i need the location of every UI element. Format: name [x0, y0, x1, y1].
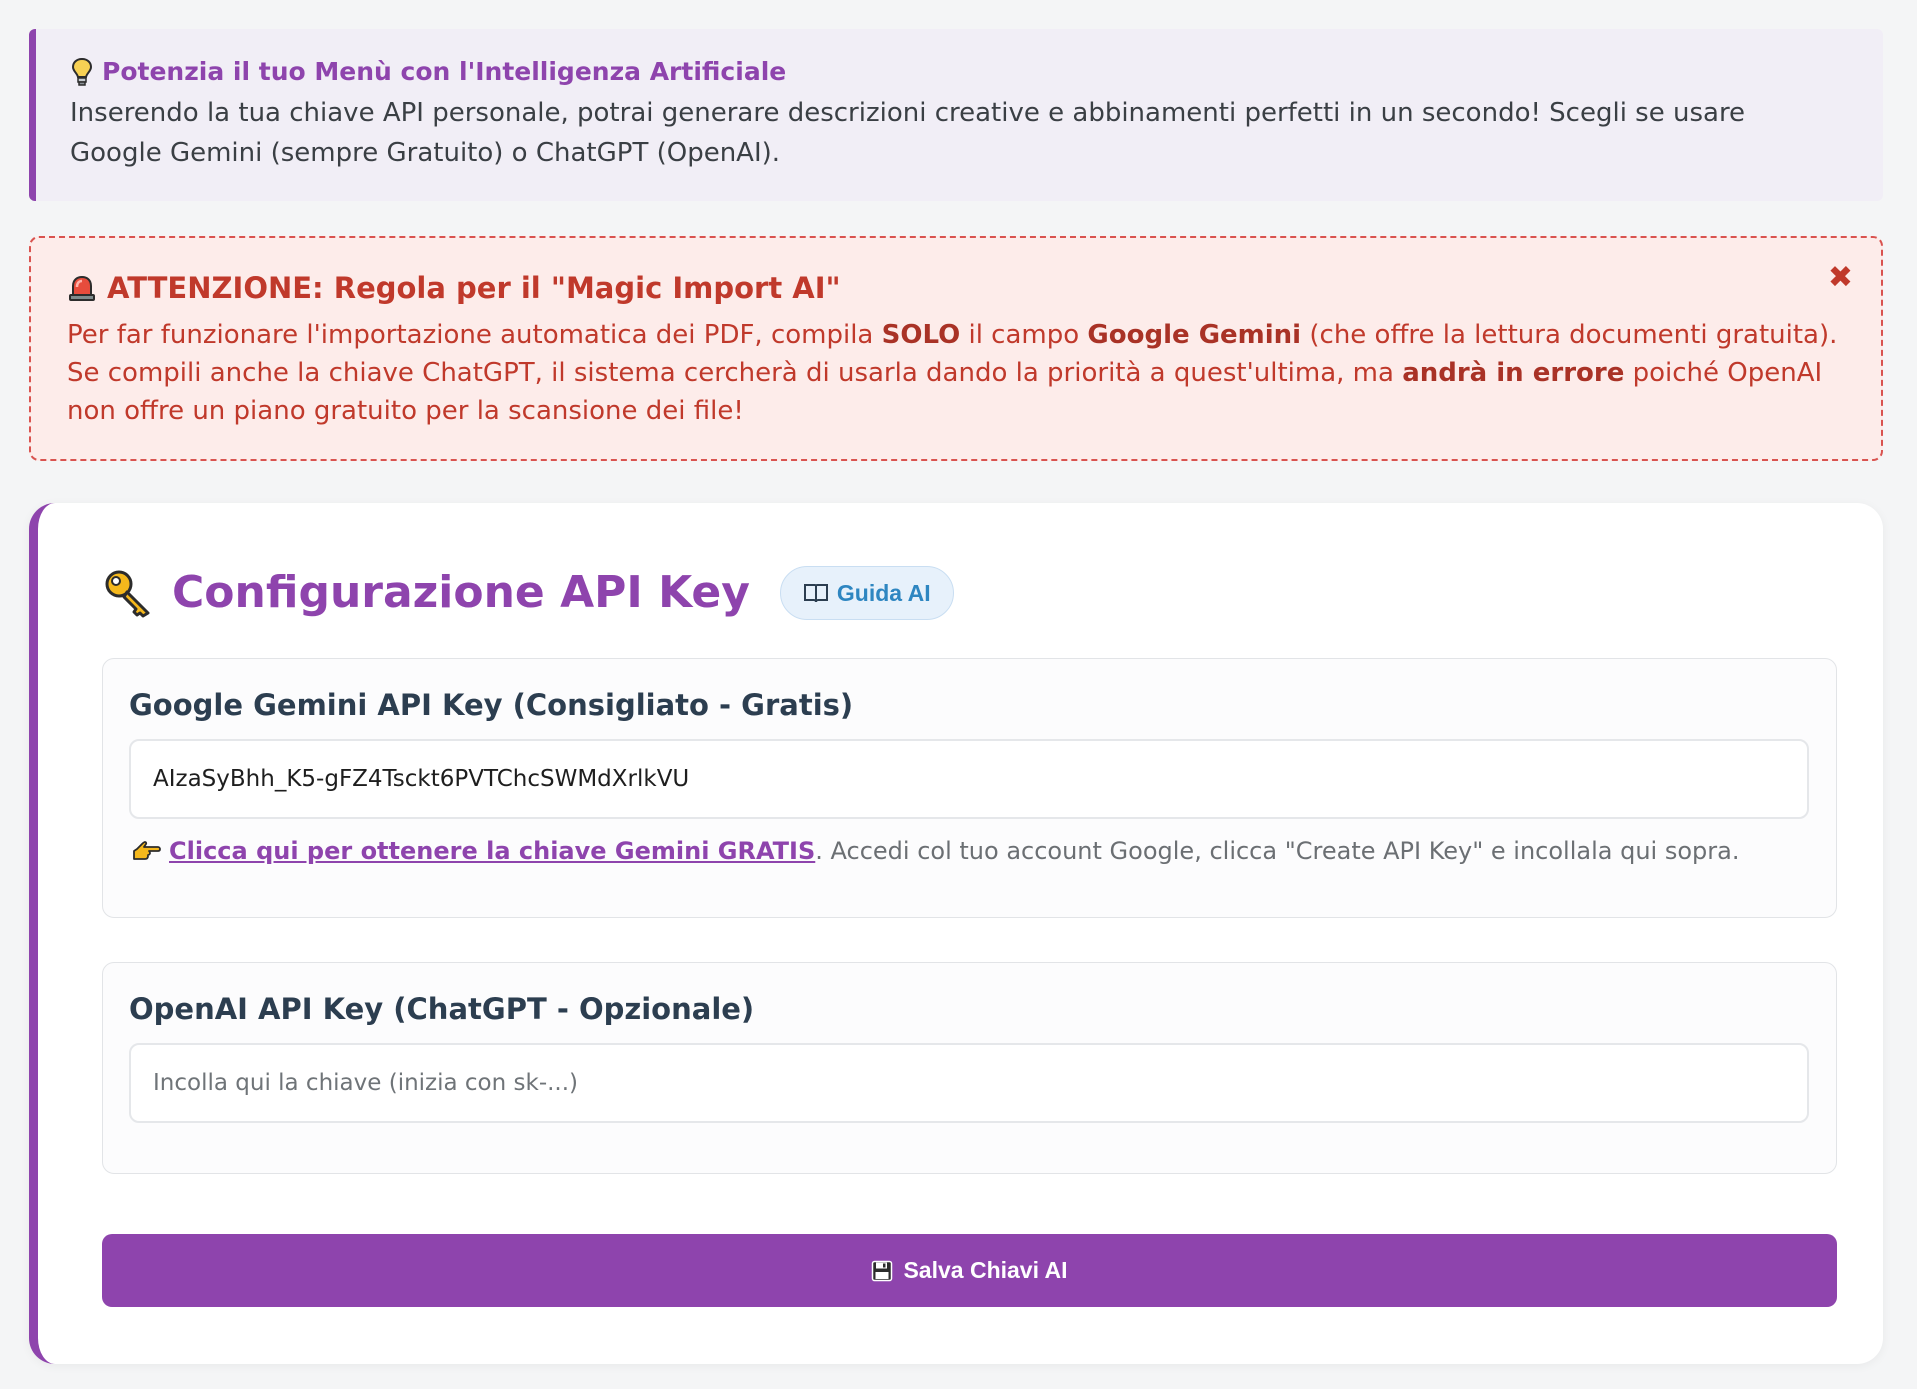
openai-key-label: OpenAI API Key (ChatGPT - Opzionale) [129, 992, 755, 1026]
warning-text-part: il campo [960, 320, 1088, 350]
guide-ai-label: Guida AI [836, 579, 931, 606]
siren-icon [69, 275, 95, 301]
gemini-help: Clicca qui per ottenere la chiave Gemini… [131, 834, 1739, 868]
close-icon[interactable]: ✖ [1828, 260, 1853, 295]
warning-text-part: Per far funzionare l'importazione automa… [67, 320, 882, 350]
floppy-disk-icon [872, 1260, 893, 1281]
gemini-help-instructions: . Accedi col tuo account Google, clicca … [815, 837, 1740, 865]
page-title: Configurazione API Key [172, 567, 750, 618]
api-key-config-card: Configurazione API Key Guida AI Google G… [29, 503, 1883, 1364]
gemini-key-section: Google Gemini API Key (Consigliato - Gra… [102, 658, 1837, 918]
gemini-help-text: Clicca qui per ottenere la chiave Gemini… [169, 834, 1739, 868]
guide-ai-button[interactable]: Guida AI [779, 566, 954, 620]
warning-text-part: Se compili anche la chiave ChatGPT, il s… [67, 358, 1403, 388]
warning-title-row: ATTENZIONE: Regola per il "Magic Import … [67, 268, 1841, 308]
gemini-key-input[interactable] [129, 739, 1809, 819]
key-icon [105, 570, 150, 618]
card-header: Configurazione API Key Guida AI [102, 563, 954, 623]
get-gemini-key-link[interactable]: Clicca qui per ottenere la chiave Gemini… [169, 837, 815, 865]
info-title-row: Potenzia il tuo Menù con l'Intelligenza … [70, 55, 1853, 89]
openai-key-input[interactable] [129, 1043, 1809, 1123]
warning-title: ATTENZIONE: Regola per il "Magic Import … [107, 271, 841, 305]
ai-info-banner: Potenzia il tuo Menù con l'Intelligenza … [29, 29, 1883, 201]
magic-import-warning: ATTENZIONE: Regola per il "Magic Import … [29, 236, 1883, 461]
openai-key-section: OpenAI API Key (ChatGPT - Opzionale) [102, 962, 1837, 1174]
warning-text: Per far funzionare l'importazione automa… [67, 316, 1841, 430]
gemini-key-label: Google Gemini API Key (Consigliato - Gra… [129, 688, 854, 722]
pointing-hand-icon [133, 841, 161, 860]
page: Potenzia il tuo Menù con l'Intelligenza … [0, 0, 1917, 1389]
save-ai-keys-button[interactable]: Salva Chiavi AI [102, 1234, 1837, 1307]
warning-text-bold: Google Gemini [1087, 320, 1302, 350]
info-text: Inserendo la tua chiave API personale, p… [70, 98, 1746, 168]
info-title: Potenzia il tuo Menù con l'Intelligenza … [102, 57, 787, 86]
book-icon [803, 584, 828, 603]
warning-text-bold: andrà in errore [1402, 358, 1625, 388]
save-button-label: Salva Chiavi AI [903, 1257, 1068, 1283]
warning-text-part: (che offre la lettura documenti gratuita… [1301, 320, 1838, 350]
warning-text-bold: SOLO [881, 320, 961, 350]
lightbulb-icon [71, 57, 93, 86]
